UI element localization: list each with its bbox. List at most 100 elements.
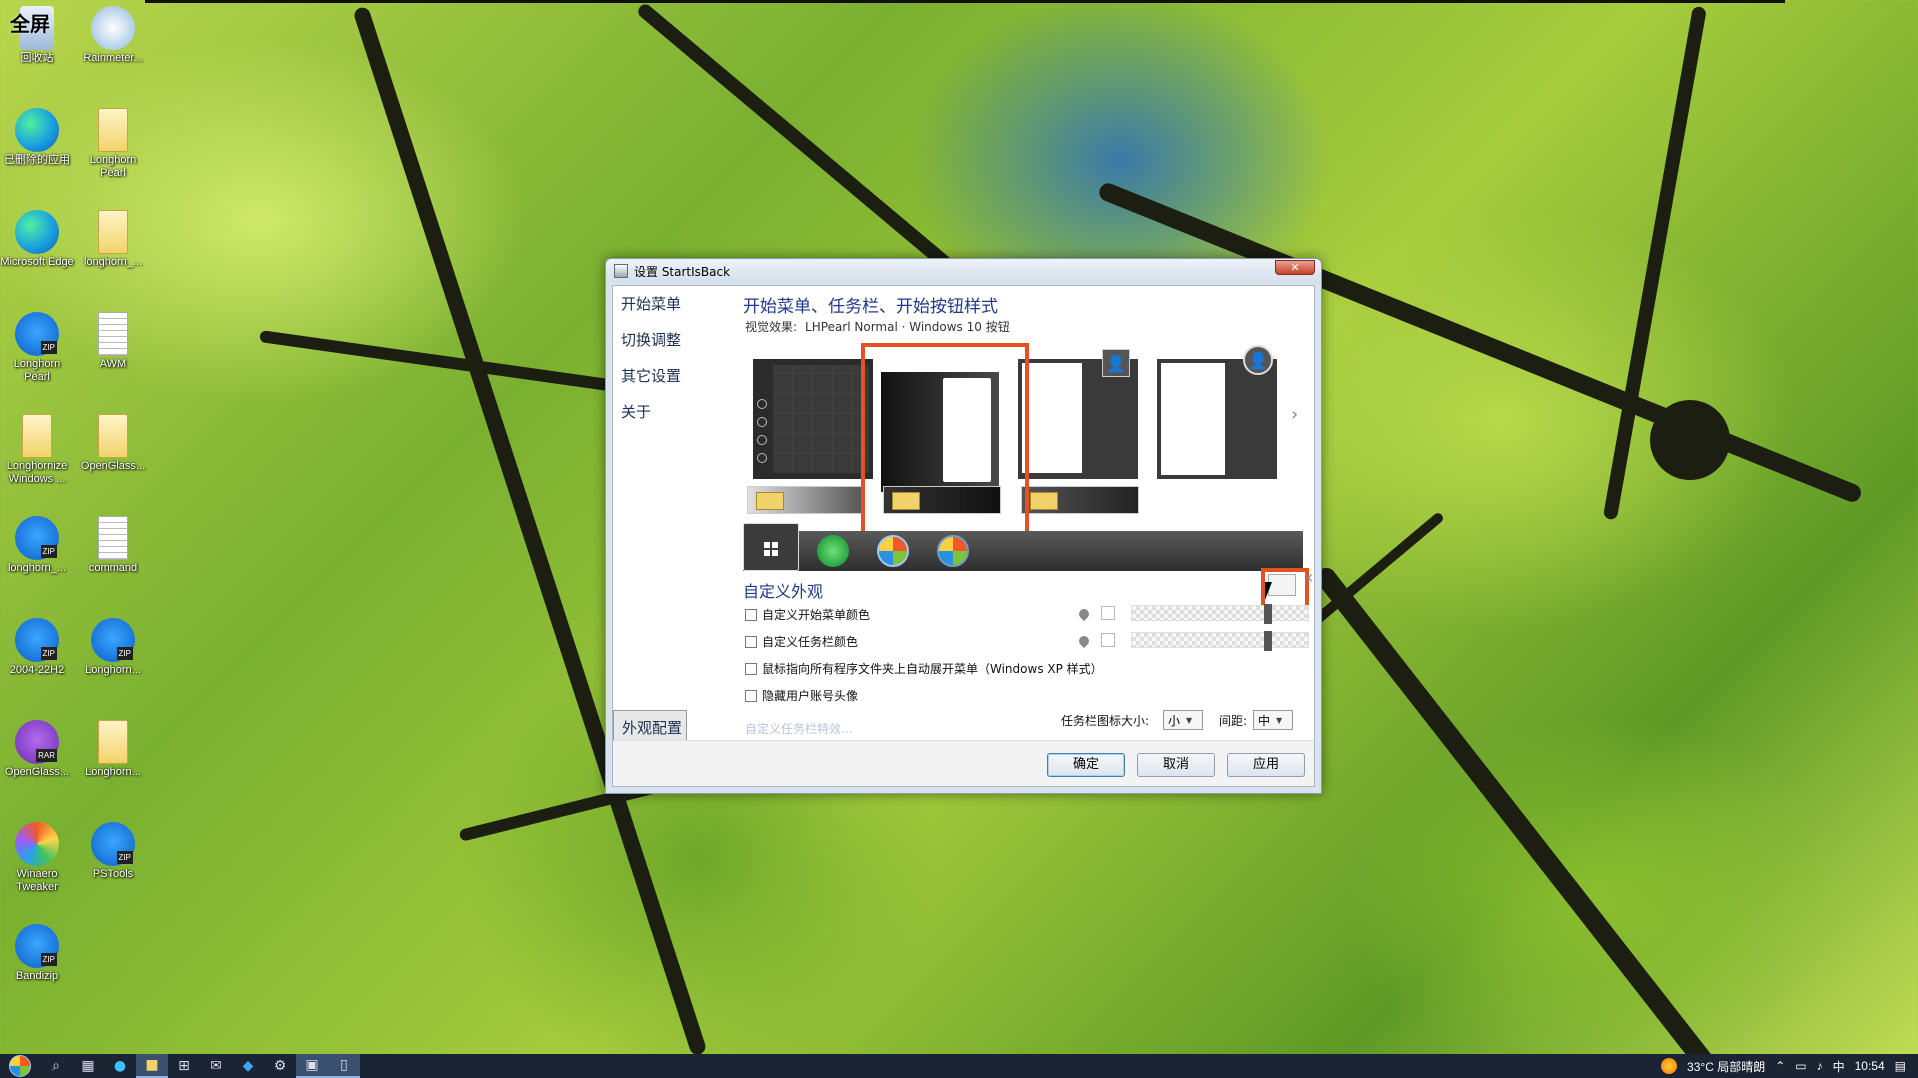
desktop-icon[interactable]: Longhornize Windows ...	[0, 414, 74, 486]
checkbox[interactable]	[745, 635, 757, 648]
close-icon[interactable]: ×	[1303, 571, 1314, 586]
settings-gear-icon[interactable]: ⚙	[264, 1054, 296, 1078]
desktop-icon[interactable]: Longhorn...	[76, 618, 150, 677]
slider-knob[interactable]	[1264, 604, 1272, 624]
cancel-button[interactable]: 取消	[1137, 753, 1215, 777]
start-opacity-slider[interactable]	[1131, 604, 1309, 624]
bandizip-taskbar-icon[interactable]: ◆	[232, 1054, 264, 1078]
desktop-icon[interactable]: Rainmeter...	[76, 6, 150, 65]
nav-item-about[interactable]: 关于	[613, 394, 738, 430]
highlight-box	[861, 343, 1029, 543]
ime-indicator[interactable]: 中	[1833, 1058, 1845, 1075]
weather-text[interactable]: 33°C 局部晴朗	[1687, 1058, 1765, 1075]
desktop-icon[interactable]: 已删除的应用	[0, 108, 74, 167]
search-icon[interactable]: ⌕	[40, 1054, 72, 1078]
zip-icon	[91, 618, 135, 662]
checkbox[interactable]	[745, 662, 757, 675]
start-menu-style-3[interactable]: 👤	[1018, 349, 1138, 479]
nav-item-other-settings[interactable]: 其它设置	[613, 358, 738, 394]
desktop-icon[interactable]: Bandizip	[0, 924, 74, 983]
windows-7-orb-icon[interactable]	[877, 535, 909, 567]
app-taskbar-icon[interactable]: ▣	[296, 1054, 328, 1078]
desktop-icon[interactable]: 2004-22H2	[0, 618, 74, 677]
custom-taskbar-effects-link[interactable]: 自定义任务栏特效...	[745, 720, 852, 737]
windows-vista-orb-icon[interactable]	[937, 535, 969, 567]
taskbar-icon-size-select[interactable]: 小 ▼	[1163, 710, 1203, 730]
store-icon[interactable]: ⊞	[168, 1054, 200, 1078]
edge-taskbar-icon[interactable]: ●	[104, 1054, 136, 1078]
apply-button[interactable]: 应用	[1227, 753, 1305, 777]
dialog-footer: 确定 取消 应用	[613, 740, 1314, 786]
taskbar-opacity-slider[interactable]	[1131, 631, 1309, 651]
desktop-icon-label: OpenGlass...	[80, 460, 146, 472]
green-orb-icon[interactable]	[817, 535, 849, 567]
checkbox[interactable]	[745, 689, 757, 702]
slider-knob[interactable]	[1264, 631, 1272, 651]
section-header: 开始菜单、任务栏、开始按钮样式	[743, 297, 998, 317]
desktop-icon[interactable]: Longhorn Pearl	[76, 108, 150, 180]
option-auto-expand-menu[interactable]: 鼠标指向所有程序文件夹上自动展开菜单（Windows XP 样式）	[745, 660, 1103, 677]
desktop-icon-label: Rainmeter...	[83, 52, 143, 64]
volume-icon[interactable]: ♪	[1817, 1059, 1823, 1073]
taskbar-style-3[interactable]	[1021, 486, 1139, 514]
folder-icon	[98, 414, 128, 458]
edge-icon	[15, 108, 59, 152]
desktop-icon[interactable]: Microsoft Edge	[0, 210, 74, 269]
desktop-icon[interactable]: AWM	[76, 312, 150, 371]
file-explorer-icon[interactable]: ■	[136, 1054, 168, 1078]
system-tray: 33°C 局部晴朗 ⌃ ▭ ♪ 中 10:54 ▤	[1661, 1054, 1918, 1078]
zip-icon	[91, 822, 135, 866]
start-button[interactable]	[0, 1054, 40, 1078]
mail-icon[interactable]: ✉	[200, 1054, 232, 1078]
color-swatch[interactable]	[1101, 633, 1115, 647]
spacing-select[interactable]: 中 ▼	[1253, 710, 1293, 730]
bandizip-icon	[15, 924, 59, 968]
desktop-icon-label: Longhorn Pearl	[89, 154, 137, 179]
chevron-up-icon[interactable]: ⌃	[1775, 1059, 1785, 1073]
document-icon	[98, 312, 128, 356]
desktop-icon[interactable]: PSTools	[76, 822, 150, 881]
dialog-title: 设置 StartIsBack	[634, 264, 731, 279]
desktop-icon[interactable]: Longhorn Pearl	[0, 312, 74, 384]
app-icon	[614, 264, 628, 278]
desktop-icon[interactable]: Longhorn...	[76, 720, 150, 779]
close-button[interactable]: ✕	[1275, 260, 1315, 275]
folder-icon	[98, 720, 128, 764]
weather-icon[interactable]	[1661, 1058, 1678, 1074]
clock[interactable]: 10:54	[1855, 1059, 1885, 1073]
color-swatch[interactable]	[1101, 606, 1115, 620]
startisback-taskbar-icon[interactable]: ▯	[328, 1054, 360, 1078]
chevron-down-icon: ▼	[1186, 715, 1193, 725]
taskbar-style-1[interactable]	[747, 486, 865, 514]
visual-effect-line: 视觉效果: LHPearl Normal · Windows 10 按钮	[745, 318, 1010, 335]
desktop-icon[interactable]: OpenGlass...	[76, 414, 150, 473]
windows-orb-icon	[9, 1055, 31, 1077]
notification-icon[interactable]: ▤	[1895, 1059, 1906, 1073]
windows-10-button-icon[interactable]	[743, 523, 799, 571]
nav-item-switching[interactable]: 切换调整	[613, 322, 738, 358]
ok-button[interactable]: 确定	[1047, 753, 1125, 777]
option-custom-taskbar-color[interactable]: 自定义任务栏颜色	[745, 633, 858, 650]
rar-icon	[15, 720, 59, 764]
zip-icon	[15, 618, 59, 662]
desktop-icon[interactable]: longhorn_...	[0, 516, 74, 575]
desktop-icon[interactable]: Winaero Tweaker	[0, 822, 74, 894]
taskbar: ⌕ ▦ ● ■ ⊞ ✉ ◆ ⚙ ▣ ▯ 33°C 局部晴朗 ⌃ ▭ ♪ 中 10…	[0, 1054, 1918, 1078]
document-icon	[98, 516, 128, 560]
chevron-right-icon[interactable]: ›	[1291, 404, 1298, 425]
desktop-icon[interactable]: longhorn_...	[76, 210, 150, 269]
start-menu-style-1[interactable]	[753, 359, 873, 479]
start-menu-style-4[interactable]: 👤	[1157, 345, 1277, 479]
folder-icon	[22, 414, 52, 458]
checkbox[interactable]	[745, 608, 757, 621]
color-drop-icon	[1076, 633, 1092, 649]
option-custom-start-color[interactable]: 自定义开始菜单颜色	[745, 606, 870, 623]
dialog-titlebar[interactable]: 设置 StartIsBack	[606, 259, 1321, 283]
network-icon[interactable]: ▭	[1795, 1059, 1806, 1073]
desktop-icon[interactable]: command	[76, 516, 150, 575]
option-hide-avatar[interactable]: 隐藏用户账号头像	[745, 687, 858, 704]
task-view-icon[interactable]: ▦	[72, 1054, 104, 1078]
mouse-cursor-icon	[1265, 582, 1279, 600]
nav-item-start-menu[interactable]: 开始菜单	[613, 286, 738, 322]
desktop-icon[interactable]: OpenGlass...	[0, 720, 74, 779]
